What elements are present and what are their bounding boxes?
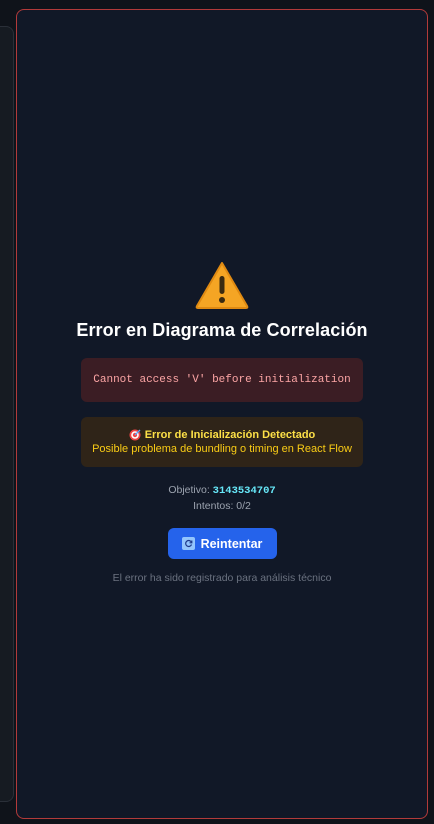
error-card: Error en Diagrama de Correlación Cannot …: [16, 9, 428, 819]
error-message-box: Cannot access 'V' before initialization: [81, 358, 363, 402]
retry-label: Reintentar: [200, 536, 263, 551]
attempts-label: Intentos:: [193, 500, 234, 512]
attempts-line: Intentos: 0/2: [193, 499, 251, 514]
target-icon: [129, 429, 141, 441]
attempts-value: 0/2: [236, 500, 251, 512]
refresh-icon: [181, 537, 195, 550]
init-error-title: Error de Inicialización Detectado: [144, 429, 316, 441]
init-error-description: Posible problema de bundling o timing en…: [92, 443, 352, 455]
error-content: Error en Diagrama de Correlación Cannot …: [17, 260, 427, 584]
retry-button[interactable]: Reintentar: [167, 528, 277, 559]
sidebar-panel: [0, 26, 14, 802]
init-error-header: Error de Inicialización Detectado: [129, 428, 316, 442]
footer-note: El error ha sido registrado para análisi…: [112, 572, 332, 584]
warning-icon: [195, 262, 249, 309]
target-value: 3143534707: [212, 485, 276, 497]
init-error-box: Error de Inicialización Detectado Posibl…: [81, 417, 363, 467]
page: Error en Diagrama de Correlación Cannot …: [0, 0, 434, 824]
target-line: Objetivo: 3143534707: [168, 483, 275, 499]
error-message: Cannot access 'V' before initialization: [93, 374, 351, 386]
target-label: Objetivo:: [168, 484, 210, 496]
error-title: Error en Diagrama de Correlación: [76, 320, 368, 340]
